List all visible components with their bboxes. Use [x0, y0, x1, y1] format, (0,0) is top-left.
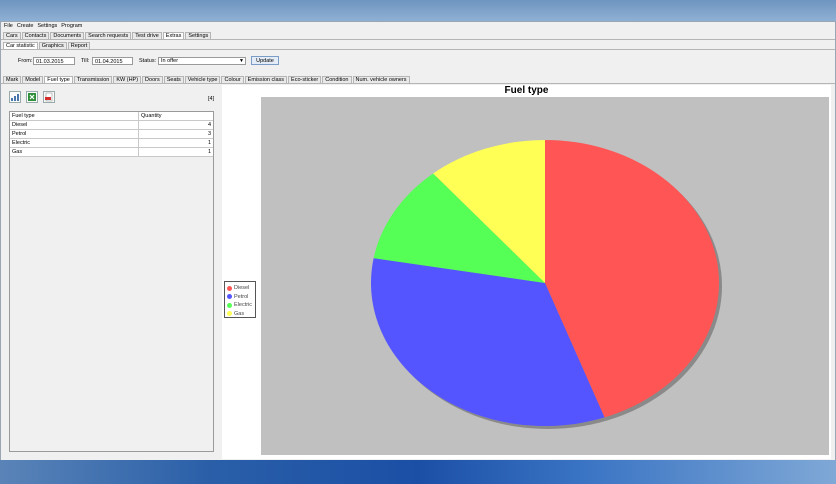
legend-item: Petrol — [227, 293, 248, 301]
update-button[interactable]: Update — [251, 56, 279, 65]
legend-item: Electric — [227, 301, 252, 309]
export-excel-icon — [28, 93, 36, 101]
menu-program[interactable]: Program — [61, 22, 82, 30]
cell-quantity: 1 — [207, 140, 211, 146]
filter-bar: From: 01.03.2015 Till: 01.04.2015 Status… — [1, 56, 835, 74]
table-header: Fuel type Quantity — [10, 112, 213, 121]
export-pdf-icon — [45, 92, 53, 102]
cell-quantity: 3 — [207, 131, 211, 137]
chart-panel: Fuel type Diesel Petrol Electric Gas — [222, 85, 831, 459]
desktop-taskbar-area — [0, 460, 836, 484]
cell-fuel-type: Petrol — [12, 131, 27, 137]
chart-legend: Diesel Petrol Electric Gas — [224, 281, 256, 318]
table-row[interactable]: Gas 1 — [10, 148, 213, 157]
table-panel: [4] Fuel type Quantity Diesel 4 Petrol 3 Ele… — [4, 87, 215, 455]
fuel-type-table: Fuel type Quantity Diesel 4 Petrol 3 Electri… — [9, 111, 214, 452]
cell-fuel-type: Diesel — [12, 122, 28, 128]
divider — [1, 49, 835, 50]
record-count: [4] — [208, 96, 215, 102]
legend-label: Electric — [234, 302, 253, 308]
from-label: From: — [18, 58, 33, 64]
status-select-value: In offer — [161, 58, 179, 64]
chevron-down-icon: ▼ — [239, 58, 244, 64]
legend-item: Gas — [227, 310, 244, 318]
from-date-field[interactable]: 01.03.2015 — [33, 57, 75, 65]
menu-create[interactable]: Create — [17, 22, 34, 30]
legend-label: Gas — [234, 310, 245, 317]
till-date-field[interactable]: 01.04.2015 — [92, 57, 133, 65]
menu-settings[interactable]: Settings — [37, 22, 57, 30]
pie-chart — [371, 140, 722, 429]
chart-title: Fuel type — [504, 85, 549, 96]
cell-fuel-type: Electric — [12, 140, 31, 146]
table-row[interactable]: Diesel 4 — [10, 121, 213, 130]
plot-area — [261, 97, 829, 455]
column-header-fuel-type[interactable]: Fuel type — [10, 112, 139, 120]
export-pdf-button[interactable] — [43, 91, 55, 103]
legend-label: Diesel — [234, 285, 250, 291]
divider — [1, 39, 835, 40]
legend-swatch — [227, 311, 232, 316]
column-header-quantity[interactable]: Quantity — [139, 112, 213, 120]
export-excel-button[interactable] — [26, 91, 38, 103]
legend-swatch — [227, 302, 232, 308]
cell-fuel-type: Gas — [12, 149, 23, 155]
legend-swatch — [227, 294, 232, 299]
status-label: Status: — [139, 58, 157, 64]
legend-swatch — [227, 285, 232, 291]
menu-file[interactable]: File — [4, 22, 13, 30]
table-row[interactable]: Electric 1 — [10, 139, 213, 148]
table-row[interactable]: Petrol 3 — [10, 130, 213, 139]
export-chart-button[interactable] — [9, 91, 21, 103]
app-window: File Create Settings Program Cars Contact… — [0, 21, 836, 463]
divider — [1, 83, 835, 84]
desktop-background — [0, 0, 836, 21]
menu-bar: File Create Settings Program — [1, 22, 82, 30]
till-label: Till: — [81, 58, 90, 64]
cell-quantity: 4 — [207, 122, 211, 128]
export-chart-icon — [11, 94, 19, 101]
cell-quantity: 1 — [207, 149, 211, 155]
legend-item: Diesel — [227, 284, 249, 292]
status-select[interactable]: In offer ▼ — [158, 57, 246, 65]
legend-label: Petrol — [234, 293, 249, 300]
